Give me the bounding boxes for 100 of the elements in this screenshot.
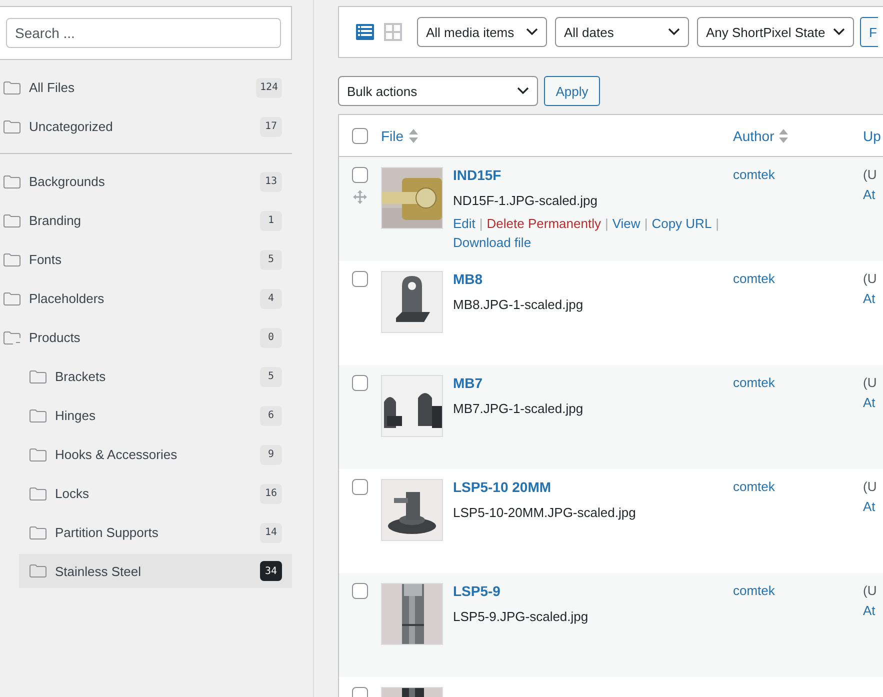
folder-icon xyxy=(29,564,47,578)
link-separator: | xyxy=(716,216,720,231)
link-separator: | xyxy=(604,216,608,231)
folder-icon xyxy=(3,252,21,266)
folder-item[interactable]: Stainless Steel 34 xyxy=(19,554,292,588)
folder-icon xyxy=(3,174,21,188)
file-title-link[interactable]: LSP5-9 xyxy=(453,583,500,599)
folder-item[interactable]: Hooks & Accessories 9 xyxy=(19,435,292,474)
folder-label: Hinges xyxy=(55,408,96,423)
folder-count: 34 xyxy=(260,561,282,581)
folder-count: 5 xyxy=(260,366,282,386)
column-3-text: At xyxy=(863,395,876,410)
bulk-actions-dropdown[interactable]: Bulk actions xyxy=(338,76,538,106)
folder-count: 5 xyxy=(260,250,282,270)
move-icon[interactable] xyxy=(353,190,367,204)
folder-item[interactable]: Hinges 6 xyxy=(19,396,292,435)
folder-label: Backgrounds xyxy=(29,174,106,189)
folder-label: All Files xyxy=(29,80,76,95)
file-title-link[interactable]: LSP5-10 20MM xyxy=(453,479,552,495)
file-title-link[interactable]: MB8 xyxy=(453,271,483,287)
file-title-link[interactable]: MB7 xyxy=(453,375,483,391)
action-link[interactable]: Copy URL xyxy=(652,216,712,231)
folder-icon xyxy=(29,370,47,384)
delete-link[interactable]: Delete Permanently xyxy=(486,216,601,231)
grid-view-icon[interactable] xyxy=(383,23,403,41)
folder-item[interactable]: Partition Supports 14 xyxy=(19,513,292,552)
folder-item[interactable]: Locks 16 xyxy=(19,474,292,513)
file-name: ND15F-1.JPG-scaled.jpg xyxy=(453,193,598,208)
folder-item[interactable]: Uncategorized 17 xyxy=(0,107,292,146)
folder-count: 9 xyxy=(260,444,282,464)
action-link[interactable]: Download file xyxy=(453,235,532,250)
folder-item[interactable]: Placeholders 4 xyxy=(0,279,292,318)
folder-label: Locks xyxy=(55,486,90,501)
row-checkbox[interactable] xyxy=(352,167,368,183)
folder-label: Branding xyxy=(29,213,82,228)
folder-count: 0 xyxy=(260,328,282,348)
column-3-text: At xyxy=(863,603,876,618)
apply-button[interactable]: Apply xyxy=(544,76,600,106)
filter-dropdown[interactable]: Any ShortPixel State xyxy=(697,17,854,47)
author-link[interactable]: comtek xyxy=(733,583,775,598)
folder-label: Partition Supports xyxy=(55,525,160,540)
filter-dropdown[interactable]: All media items xyxy=(417,17,547,47)
author-link[interactable]: comtek xyxy=(733,375,775,390)
link-separator: | xyxy=(479,216,483,231)
column-3-text: At xyxy=(863,291,876,306)
folder-item[interactable]: All Files 124 xyxy=(0,68,292,107)
expanded-folder-icon xyxy=(3,330,21,344)
link-separator: | xyxy=(644,216,648,231)
column-header[interactable]: Author xyxy=(733,128,774,144)
folder-count: 16 xyxy=(260,484,282,504)
column-header[interactable]: Up xyxy=(863,128,881,144)
folder-item[interactable]: Fonts 5 xyxy=(0,240,292,279)
folder-icon xyxy=(3,120,21,134)
folder-label: Stainless Steel xyxy=(55,564,142,578)
file-name: LSP5-9.JPG-scaled.jpg xyxy=(453,609,588,624)
folder-label: Fonts xyxy=(29,252,63,267)
folder-item[interactable]: Branding 1 xyxy=(0,201,292,240)
sort-icon[interactable] xyxy=(408,128,418,142)
folder-count: 1 xyxy=(260,210,282,230)
file-name: MB8.JPG-1-scaled.jpg xyxy=(453,297,584,312)
row-checkbox[interactable] xyxy=(352,583,368,599)
filter-button[interactable]: F xyxy=(860,17,878,47)
folder-label: Uncategorized xyxy=(29,119,114,134)
folder-icon xyxy=(29,486,47,500)
column-header[interactable]: File xyxy=(381,128,404,144)
column-3-text: At xyxy=(863,187,876,202)
chevron-down-icon xyxy=(517,87,529,95)
action-link[interactable]: View xyxy=(612,216,640,231)
folder-icon xyxy=(3,80,21,94)
folder-icon xyxy=(3,214,21,228)
row-checkbox[interactable] xyxy=(352,271,368,287)
author-link[interactable]: comtek xyxy=(733,167,775,182)
folder-count: 124 xyxy=(256,78,282,98)
folder-item[interactable]: Products 0 xyxy=(0,318,292,357)
search-field[interactable]: Search ... xyxy=(6,18,281,48)
folder-item[interactable]: Brackets 5 xyxy=(19,357,292,396)
list-view-icon[interactable] xyxy=(355,23,375,41)
action-link[interactable]: Edit xyxy=(453,216,476,231)
row-checkbox[interactable] xyxy=(352,375,368,391)
folder-label: Placeholders xyxy=(29,291,106,306)
folder-icon xyxy=(29,408,47,422)
folder-count: 4 xyxy=(260,288,282,308)
folder-icon xyxy=(29,448,47,462)
row-checkbox[interactable] xyxy=(352,479,368,495)
folder-count: 14 xyxy=(260,522,282,542)
file-name: LSP5-10-20MM.JPG-scaled.jpg xyxy=(453,505,636,520)
column-3-text: (U xyxy=(863,583,877,598)
file-name: MB7.JPG-1-scaled.jpg xyxy=(453,401,584,416)
filter-dropdown[interactable]: All dates xyxy=(555,17,689,47)
file-title-link[interactable]: IND15F xyxy=(453,167,502,183)
folder-item[interactable]: Backgrounds 13 xyxy=(0,162,292,201)
chevron-down-icon xyxy=(833,28,845,36)
author-link[interactable]: comtek xyxy=(733,271,775,286)
folder-label: Brackets xyxy=(55,369,107,384)
sort-icon[interactable] xyxy=(779,128,788,142)
chevron-down-icon xyxy=(668,28,680,36)
author-link[interactable]: comtek xyxy=(733,479,775,494)
folder-icon xyxy=(3,292,21,306)
select-all-checkbox[interactable] xyxy=(352,128,368,144)
chevron-down-icon xyxy=(526,28,538,36)
